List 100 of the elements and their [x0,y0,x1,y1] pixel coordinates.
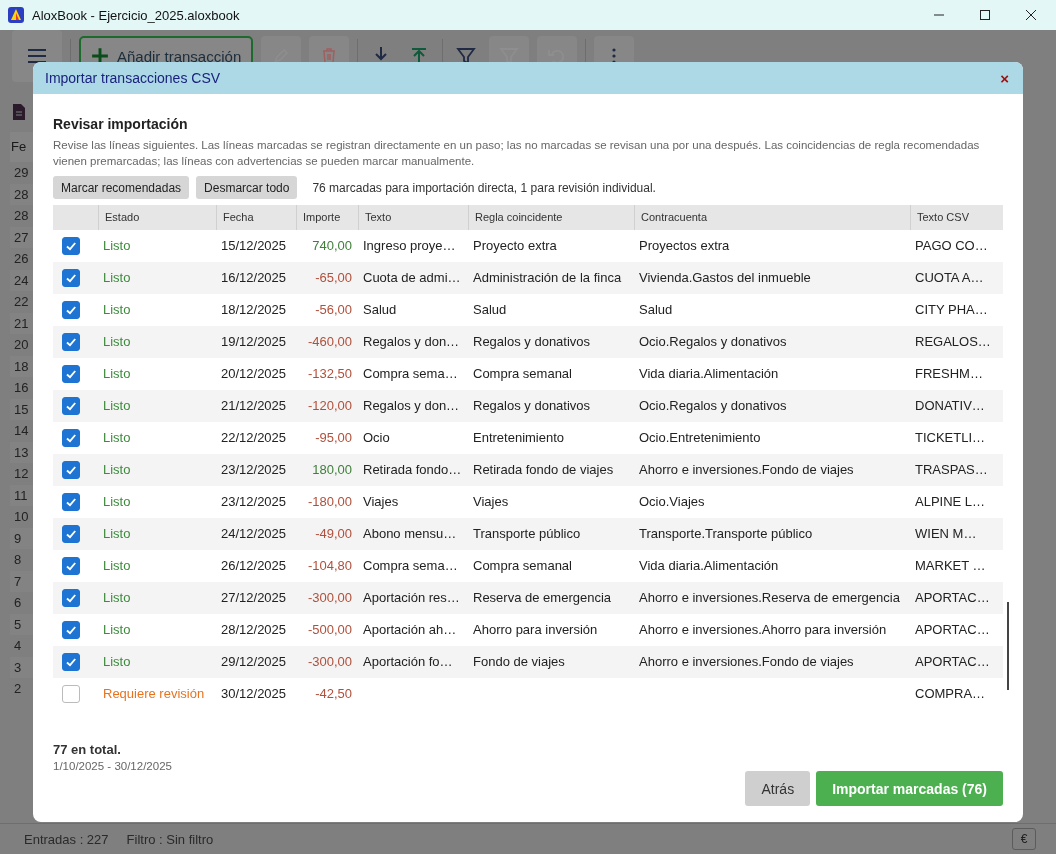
checkbox[interactable] [62,365,80,383]
amount-cell: 180,00 [312,462,352,477]
checkbox[interactable] [62,461,80,479]
status-cell: Listo [103,654,131,669]
csv-cell: COMPRA… [915,686,986,701]
status-cell: Listo [103,398,131,413]
rule-cell: Fondo de viajes [473,654,565,669]
account-cell: Proyectos extra [639,238,730,253]
rule-cell: Viajes [473,494,509,509]
close-icon[interactable] [1026,10,1036,20]
csv-cell: WIEN M… [915,526,977,541]
entries-count: Entradas : 227 [24,831,109,847]
back-button[interactable]: Atrás [745,771,811,806]
text-cell: Retirada fondo… [363,462,462,477]
csv-cell: APORTAC… [915,622,990,637]
checkbox[interactable] [62,237,80,255]
csv-cell: CITY PHA… [915,302,988,317]
date-range: 1/10/2025 - 30/12/2025 [53,760,172,772]
maximize-icon[interactable] [980,10,990,20]
checkmark-icon [65,432,77,444]
csv-cell: REGALOS… [915,334,991,349]
currency-button[interactable]: € [1012,828,1036,850]
description: Revise las líneas siguientes. Las líneas marcadas se registran directamente en un paso; las no marcadas se revisan una por una después. Las coincidencias de regla recomendadas vienen premarcadas; las líneas con advertencias se pueden marcar manualmente. [53,138,981,169]
date-cell: 23/12/2025 [221,494,287,509]
account-cell: Ocio.Regalos y donativos [639,334,787,349]
date-cell-text: 6 [13,594,23,612]
amount-cell: -56,00 [315,302,352,317]
csv-cell: TICKETLI… [915,430,986,445]
status-cell: Listo [103,558,131,573]
rule-cell: Entretenimiento [473,430,565,445]
date-cell-text: 28 [13,207,30,225]
date-cell: 15/12/2025 [221,238,287,253]
rule-cell: Proyecto extra [473,238,557,253]
csv-cell: DONATIV… [915,398,985,413]
date-cell-text: 29 [13,164,30,182]
rule-cell: Regalos y donativos [473,334,591,349]
import-button[interactable]: Importar marcadas (76) [816,771,1003,806]
amount-cell: -180,00 [307,494,352,509]
checkbox[interactable] [62,397,80,415]
date-cell: 28/12/2025 [221,622,287,637]
amount-cell: -104,80 [307,558,352,573]
checkbox[interactable] [62,685,80,703]
checkbox[interactable] [62,557,80,575]
account-cell: Salud [639,302,673,317]
checkmark-icon [65,592,77,604]
amount-cell: 740,00 [312,238,352,253]
account-cell: Ahorro e inversiones.Reserva de emergencia [639,590,900,605]
csv-cell: APORTAC… [915,654,990,669]
rule-cell: Compra semanal [473,366,572,381]
checkbox[interactable] [62,269,80,287]
amount-cell: -500,00 [307,622,352,637]
status-cell: Listo [103,270,131,285]
checkmark-icon [65,624,77,636]
action-button[interactable]: Marcar recomendadas [53,176,190,199]
account-cell: Ocio.Viajes [639,494,705,509]
checkbox[interactable] [62,589,80,607]
date-cell-text: 16 [13,379,30,397]
rule-cell: Ahorro para inversión [473,622,598,637]
rule-cell: Administración de la finca [473,270,622,285]
account-cell: Ahorro e inversiones.Fondo de viajes [639,462,854,477]
date-cell-text: 2 [13,680,23,698]
csv-cell: MARKET … [915,558,986,573]
status-cell: Listo [103,494,131,509]
window-title: AloxBook - Ejercicio_2025.aloxbook [32,7,240,23]
close-button[interactable]: × [998,70,1011,86]
account-cell: Ocio.Regalos y donativos [639,398,787,413]
text-cell: Ingreso proye… [363,238,456,253]
checkmark-icon [65,368,77,380]
filter-status: Filtro : Sin filtro [126,831,214,847]
checkbox[interactable] [62,429,80,447]
account-cell: Ocio.Entretenimiento [639,430,761,445]
checkbox[interactable] [62,525,80,543]
date-cell-text: 4 [13,637,23,655]
date-cell: 30/12/2025 [221,686,287,701]
checkmark-icon [65,336,77,348]
csv-cell: CUOTA A… [915,270,984,285]
checkbox[interactable] [62,493,80,511]
csv-cell: TRASPAS… [915,462,988,477]
checkmark-icon [65,656,77,668]
checkbox[interactable] [62,333,80,351]
account-cell: Vivienda.Gastos del inmueble [639,270,811,285]
rule-cell: Regalos y donativos [473,398,591,413]
checkbox[interactable] [62,301,80,319]
scrollbar[interactable] [1007,602,1009,690]
date-cell: 27/12/2025 [221,590,287,605]
date-cell: 29/12/2025 [221,654,287,669]
checkbox[interactable] [62,653,80,671]
status-cell: Listo [103,430,131,445]
selection-summary: 76 marcadas para importación directa, 1 para revisión individual. [312,180,656,195]
document-icon[interactable] [13,104,25,120]
action-button[interactable]: Desmarcar todo [196,176,298,199]
checkmark-icon [65,272,77,284]
date-cell: 23/12/2025 [221,462,287,477]
date-cell-text: 22 [13,293,30,311]
section-heading: Revisar importación [53,116,189,132]
checkbox[interactable] [62,621,80,639]
status-cell: Listo [103,334,131,349]
checkmark-icon [65,464,77,476]
date-cell: 20/12/2025 [221,366,287,381]
date-cell-text: 14 [13,422,30,440]
